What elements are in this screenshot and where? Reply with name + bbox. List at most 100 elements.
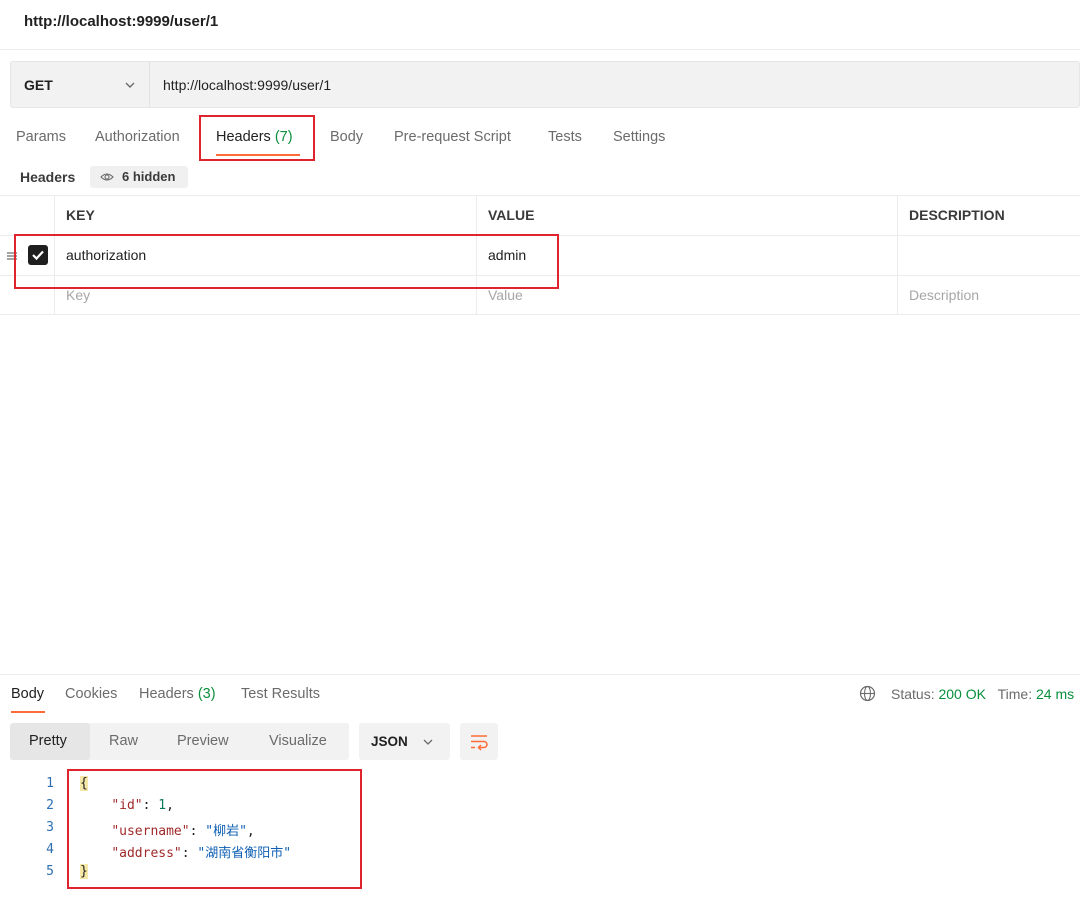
header-value-cell[interactable]: admin: [476, 236, 897, 275]
header-key-text: authorization: [66, 247, 147, 263]
header-value-text: admin: [488, 247, 527, 263]
tab-headers[interactable]: Headers (7): [216, 129, 293, 145]
response-divider[interactable]: [0, 674, 1080, 675]
code-text: "username": "柳岩",: [80, 820, 255, 839]
hidden-headers-toggle[interactable]: 6 hidden: [90, 166, 188, 188]
response-tab-headers[interactable]: Headers (3): [139, 686, 216, 702]
view-preview-button[interactable]: Preview: [158, 723, 248, 760]
column-header-value-label: VALUE: [488, 207, 535, 223]
chevron-down-icon: [125, 82, 135, 88]
response-status: Status: 200 OK Time: 24 ms: [891, 686, 1074, 702]
tab-params[interactable]: Params: [16, 129, 66, 145]
wrap-lines-icon: [471, 735, 488, 751]
response-tab-headers-label: Headers: [139, 686, 198, 702]
status-value[interactable]: 200 OK: [938, 686, 985, 702]
checkbox-checked-icon: [32, 250, 44, 261]
view-raw-button[interactable]: Raw: [90, 723, 152, 760]
table-row: authorization admin: [0, 235, 1080, 275]
json-separator: :: [181, 846, 198, 861]
request-tabs: Params Authorization Headers (7) Body Pr…: [0, 118, 1080, 158]
view-visualize-label: Visualize: [269, 733, 327, 749]
header-description-cell[interactable]: [897, 236, 1080, 275]
close-brace: }: [80, 864, 88, 879]
table-header-row: KEY VALUE DESCRIPTION: [0, 195, 1080, 235]
value-placeholder: Value: [488, 287, 523, 303]
json-value: "柳岩": [205, 824, 247, 839]
json-value: "湖南省衡阳市": [197, 846, 292, 861]
line-number: 5: [46, 864, 54, 879]
json-key: "id": [111, 798, 143, 813]
tab-headers-count: (7): [274, 129, 293, 145]
status-label: Status:: [891, 686, 939, 702]
json-trail: ,: [166, 798, 174, 813]
line-number: 3: [46, 820, 54, 835]
header-key-cell[interactable]: authorization: [54, 236, 476, 275]
method-select[interactable]: GET: [11, 62, 150, 107]
view-raw-label: Raw: [109, 733, 139, 749]
json-key: "username": [111, 824, 190, 839]
time-value[interactable]: 24 ms: [1036, 686, 1074, 702]
code-line: 5 }: [0, 864, 1080, 883]
code-text: "address": "湖南省衡阳市": [80, 842, 291, 861]
hidden-headers-count: 6 hidden: [122, 169, 176, 184]
window-title-bar: http://localhost:9999/user/1: [0, 0, 1080, 50]
column-header-key: KEY: [54, 196, 476, 235]
json-trail: ,: [246, 824, 255, 839]
eye-icon: [100, 173, 114, 181]
json-key: "address": [111, 846, 182, 861]
view-preview-label: Preview: [177, 733, 229, 749]
header-enabled-checkbox[interactable]: [28, 245, 48, 265]
column-header-description-label: DESCRIPTION: [909, 207, 1005, 223]
code-text: "id": 1,: [80, 798, 174, 813]
view-pretty-label: Pretty: [29, 733, 67, 749]
view-mode-group: Pretty Raw Preview Visualize: [10, 723, 349, 760]
method-label: GET: [24, 77, 53, 93]
headers-section-label: Headers: [20, 169, 76, 185]
code-text: }: [80, 864, 88, 879]
globe-icon[interactable]: [859, 685, 876, 702]
response-tab-cookies[interactable]: Cookies: [65, 686, 117, 702]
column-header-key-label: KEY: [66, 207, 95, 223]
tab-tests[interactable]: Tests: [548, 129, 582, 145]
new-description-input[interactable]: Description: [897, 276, 1080, 315]
line-number: 2: [46, 798, 54, 813]
description-placeholder: Description: [909, 287, 980, 303]
json-value: 1: [158, 798, 167, 813]
line-number: 1: [46, 776, 54, 791]
tab-body[interactable]: Body: [330, 129, 363, 145]
column-header-description: DESCRIPTION: [897, 196, 1080, 235]
new-key-input[interactable]: Key: [54, 276, 476, 315]
response-tabs: Body Cookies Headers (3) Test Results St…: [0, 680, 1080, 716]
tab-headers-label: Headers: [216, 129, 275, 145]
format-select[interactable]: JSON: [359, 723, 450, 760]
code-line: 2 "id": 1,: [0, 798, 1080, 817]
drag-handle-icon[interactable]: [7, 250, 17, 262]
time-label: Time:: [997, 686, 1036, 702]
chevron-down-icon: [423, 739, 433, 745]
tab-settings[interactable]: Settings: [613, 129, 665, 145]
request-title[interactable]: http://localhost:9999/user/1: [24, 13, 218, 30]
tab-pre-request-script[interactable]: Pre-request Script: [394, 129, 511, 145]
active-response-tab-indicator: [11, 711, 45, 713]
table-row-placeholder: Key Value Description: [0, 275, 1080, 315]
response-tab-test-results[interactable]: Test Results: [241, 686, 320, 702]
json-separator: :: [189, 824, 206, 839]
line-number: 4: [46, 842, 54, 857]
open-brace: {: [80, 776, 88, 791]
new-value-input[interactable]: Value: [476, 276, 897, 315]
active-tab-indicator: [216, 154, 300, 156]
view-visualize-button[interactable]: Visualize: [250, 723, 349, 760]
response-tab-headers-count: (3): [197, 686, 216, 702]
code-text: {: [80, 776, 88, 791]
code-line: 1 {: [0, 776, 1080, 795]
format-label: JSON: [371, 734, 408, 749]
code-line: 3 "username": "柳岩",: [0, 820, 1080, 839]
url-input[interactable]: [163, 76, 1063, 94]
view-pretty-button[interactable]: Pretty: [10, 723, 90, 760]
code-line: 4 "address": "湖南省衡阳市": [0, 842, 1080, 861]
key-placeholder: Key: [66, 287, 91, 303]
request-bar: GET: [10, 61, 1080, 108]
wrap-lines-button[interactable]: [460, 723, 498, 760]
tab-authorization[interactable]: Authorization: [95, 129, 180, 145]
response-tab-body[interactable]: Body: [11, 686, 44, 702]
